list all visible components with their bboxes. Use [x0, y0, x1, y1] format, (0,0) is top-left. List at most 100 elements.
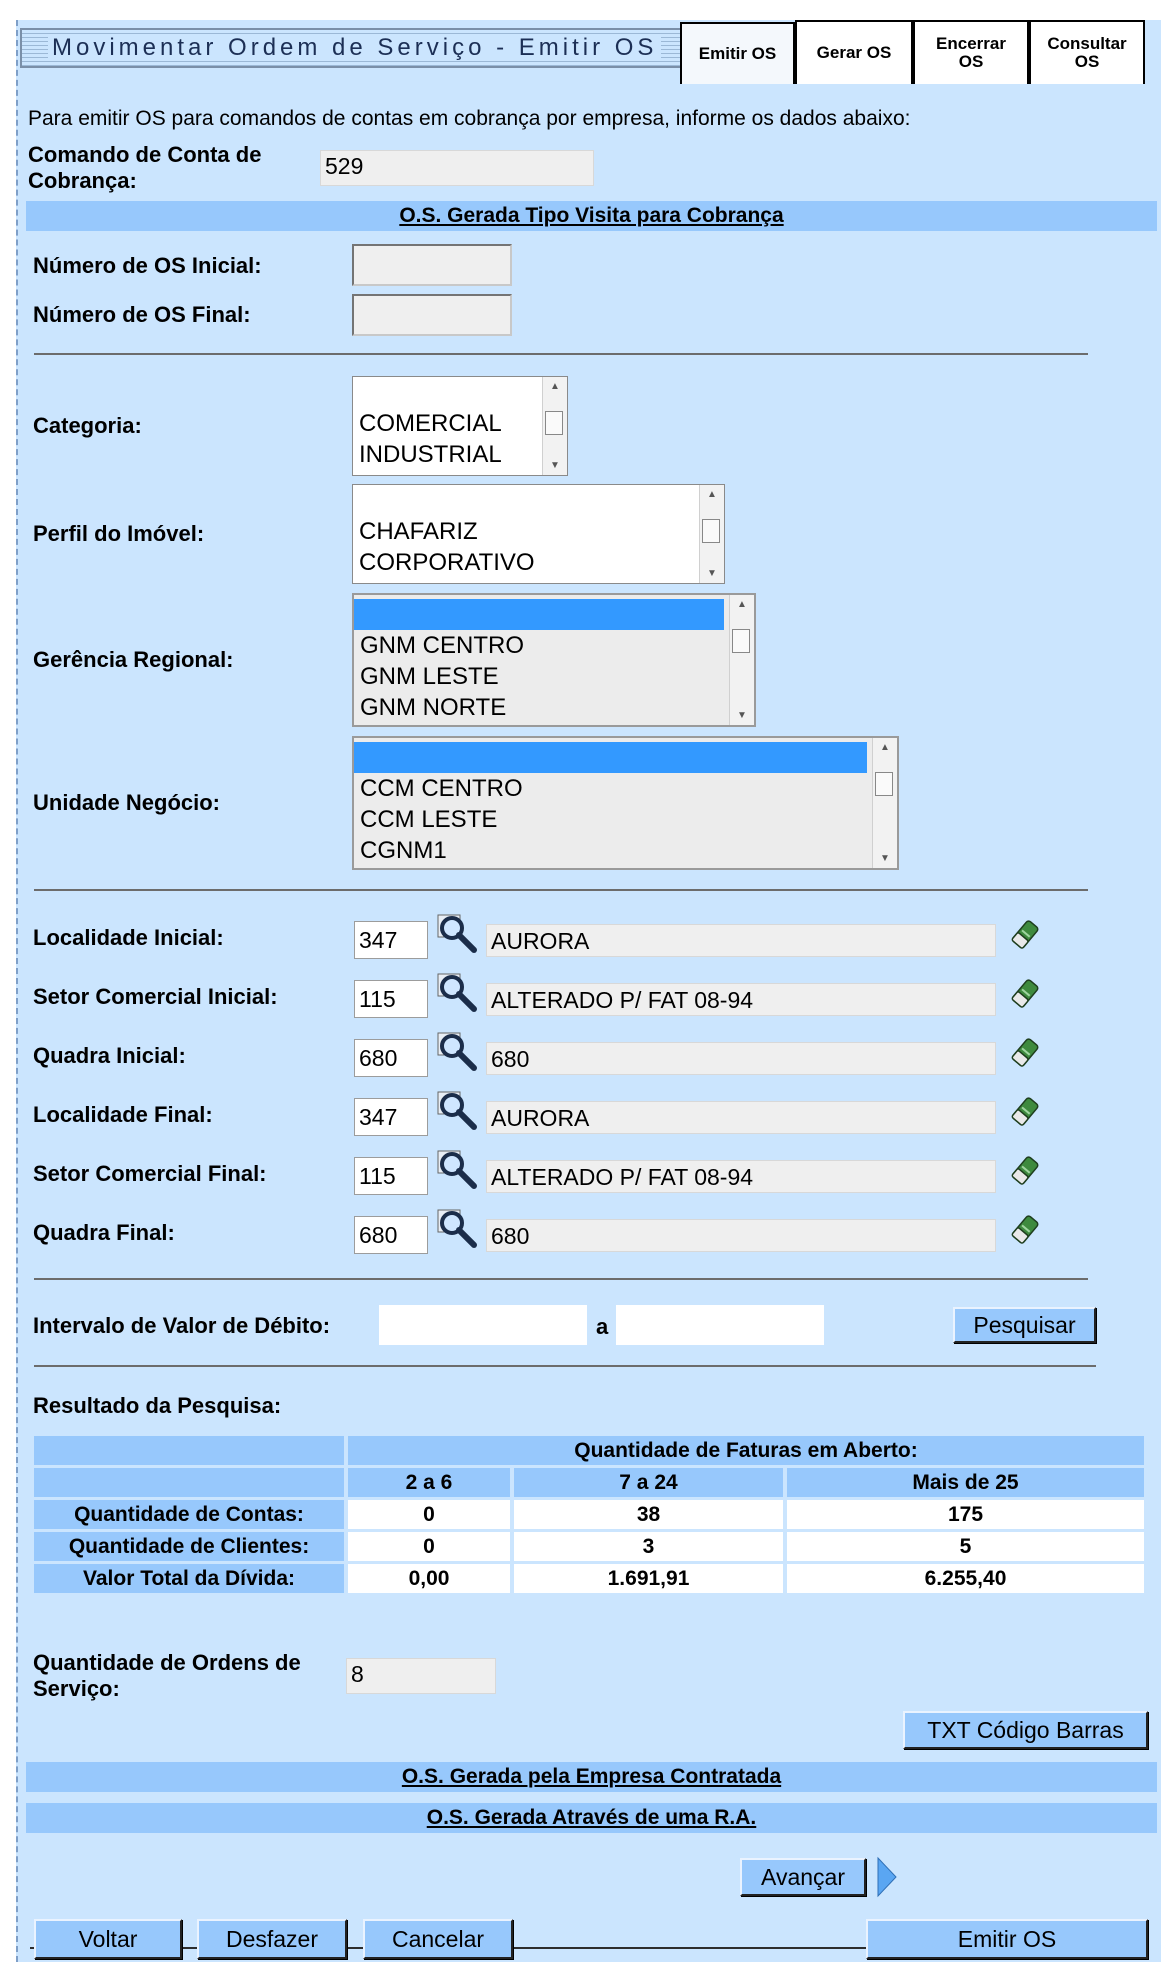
- tab-emitir-os[interactable]: Emitir OS: [680, 22, 795, 84]
- quadra-final-description: 680: [486, 1219, 996, 1252]
- list-option[interactable]: GNM NORTE: [354, 692, 754, 723]
- search-icon[interactable]: [436, 1149, 480, 1191]
- column-header: 7 a 24: [514, 1468, 783, 1497]
- quadra-inicial-code-input[interactable]: 680: [354, 1039, 428, 1077]
- eraser-icon[interactable]: [1006, 915, 1046, 955]
- voltar-button[interactable]: Voltar: [34, 1919, 182, 1959]
- scroll-down-icon[interactable]: ▼: [730, 710, 754, 721]
- list-option[interactable]: [353, 377, 567, 408]
- quadra-inicial-label: Quadra Inicial:: [33, 1043, 186, 1068]
- perfil-listbox[interactable]: CHAFARIZ CORPORATIVO ▲ ▼: [352, 484, 725, 584]
- list-option[interactable]: CORPORATIVO: [353, 547, 724, 578]
- list-option[interactable]: COMERCIAL: [353, 408, 567, 439]
- arrow-right-icon[interactable]: [876, 1856, 898, 1898]
- group-header: Quantidade de Faturas em Aberto:: [348, 1436, 1144, 1465]
- divider: [34, 889, 1088, 891]
- os-final-input[interactable]: [352, 294, 512, 336]
- table-cell: 1.691,91: [514, 1564, 783, 1593]
- search-icon[interactable]: [436, 913, 480, 955]
- intro-text: Para emitir OS para comandos de contas e…: [28, 107, 911, 130]
- setor-inicial-code-input[interactable]: 115: [354, 980, 428, 1018]
- tab-gerar-os[interactable]: Gerar OS: [795, 20, 913, 84]
- scroll-thumb[interactable]: [732, 629, 750, 653]
- txt-codigo-barras-button[interactable]: TXT Código Barras: [903, 1711, 1148, 1749]
- table-row: Quantidade de Contas: 0 38 175: [34, 1500, 1144, 1529]
- search-icon[interactable]: [436, 972, 480, 1014]
- scrollbar[interactable]: ▲ ▼: [542, 377, 567, 475]
- scroll-thumb[interactable]: [702, 519, 720, 543]
- section-empresa-contratada[interactable]: O.S. Gerada pela Empresa Contratada: [26, 1762, 1157, 1792]
- scroll-up-icon[interactable]: ▲: [873, 742, 897, 753]
- eraser-icon[interactable]: [1006, 1092, 1046, 1132]
- list-option[interactable]: CHAFARIZ: [353, 516, 724, 547]
- scrollbar[interactable]: ▲ ▼: [699, 485, 724, 583]
- gerencia-listbox[interactable]: GNM CENTRO GNM LESTE GNM NORTE ▲ ▼: [352, 593, 756, 727]
- emitir-os-button[interactable]: Emitir OS: [866, 1919, 1148, 1959]
- scroll-up-icon[interactable]: ▲: [543, 381, 567, 392]
- localidade-inicial-description: AURORA: [486, 924, 996, 957]
- table-cell-empty: [34, 1468, 344, 1497]
- scroll-thumb[interactable]: [545, 411, 563, 435]
- list-option[interactable]: CCM CENTRO: [354, 773, 897, 804]
- list-option[interactable]: GNM LESTE: [354, 661, 754, 692]
- setor-inicial-description: ALTERADO P/ FAT 08-94: [486, 983, 996, 1016]
- list-option-selected[interactable]: [354, 742, 867, 773]
- eraser-icon[interactable]: [1006, 974, 1046, 1014]
- cancelar-button[interactable]: Cancelar: [363, 1919, 513, 1959]
- section-ra[interactable]: O.S. Gerada Através de uma R.A.: [26, 1803, 1157, 1833]
- table-row: 2 a 6 7 a 24 Mais de 25: [34, 1468, 1144, 1497]
- categoria-listbox[interactable]: COMERCIAL INDUSTRIAL ▲ ▼: [352, 376, 568, 476]
- localidade-final-code-input[interactable]: 347: [354, 1098, 428, 1136]
- eraser-icon[interactable]: [1006, 1033, 1046, 1073]
- list-option[interactable]: [353, 485, 724, 516]
- table-row: Quantidade de Clientes: 0 3 5: [34, 1532, 1144, 1561]
- list-option[interactable]: INDUSTRIAL: [353, 439, 567, 470]
- table-row: Valor Total da Dívida: 0,00 1.691,91 6.2…: [34, 1564, 1144, 1593]
- table-row: Quantidade de Faturas em Aberto:: [34, 1436, 1144, 1465]
- tab-encerrar-os[interactable]: Encerrar OS: [913, 20, 1029, 84]
- unidade-listbox[interactable]: CCM CENTRO CCM LESTE CGNM1 ▲ ▼: [352, 736, 899, 870]
- section-visita-cobranca[interactable]: O.S. Gerada Tipo Visita para Cobrança: [26, 201, 1157, 231]
- comando-value: 529: [320, 150, 594, 186]
- table-cell: 0,00: [348, 1564, 510, 1593]
- scroll-down-icon[interactable]: ▼: [700, 568, 724, 579]
- scroll-thumb[interactable]: [875, 772, 893, 796]
- os-inicial-input[interactable]: [352, 244, 512, 286]
- search-icon[interactable]: [436, 1090, 480, 1132]
- quadra-final-code-input[interactable]: 680: [354, 1216, 428, 1254]
- pesquisar-button[interactable]: Pesquisar: [953, 1307, 1096, 1343]
- list-option[interactable]: CCM LESTE: [354, 804, 897, 835]
- eraser-icon[interactable]: [1006, 1210, 1046, 1250]
- scrollbar[interactable]: ▲ ▼: [729, 595, 754, 725]
- scrollbar[interactable]: ▲ ▼: [872, 738, 897, 868]
- resultado-table: Quantidade de Faturas em Aberto: 2 a 6 7…: [30, 1433, 1148, 1596]
- list-option[interactable]: CGNM1: [354, 835, 897, 866]
- setor-final-code-input[interactable]: 115: [354, 1157, 428, 1195]
- avancar-button[interactable]: Avançar: [740, 1858, 866, 1896]
- eraser-icon[interactable]: [1006, 1151, 1046, 1191]
- scroll-up-icon[interactable]: ▲: [730, 599, 754, 610]
- tab-encerrar-label: Encerrar OS: [936, 34, 1006, 71]
- tab-consultar-os[interactable]: Consultar OS: [1029, 20, 1145, 84]
- quadra-inicial-description: 680: [486, 1042, 996, 1075]
- localidade-final-label: Localidade Final:: [33, 1102, 213, 1127]
- qtd-ordens-label: Quantidade de Ordens de Serviço:: [33, 1650, 301, 1701]
- debito-min-input[interactable]: [379, 1305, 587, 1345]
- search-icon[interactable]: [436, 1031, 480, 1073]
- search-icon[interactable]: [436, 1208, 480, 1250]
- table-cell: 6.255,40: [787, 1564, 1144, 1593]
- debito-max-input[interactable]: [616, 1305, 824, 1345]
- divider: [34, 353, 1088, 355]
- gerencia-label: Gerência Regional:: [33, 647, 234, 672]
- qtd-ordens-value: 8: [346, 1658, 496, 1694]
- desfazer-button[interactable]: Desfazer: [197, 1919, 347, 1959]
- table-cell: 5: [787, 1532, 1144, 1561]
- scroll-down-icon[interactable]: ▼: [873, 853, 897, 864]
- scroll-up-icon[interactable]: ▲: [700, 489, 724, 500]
- localidade-final-description: AURORA: [486, 1101, 996, 1134]
- list-option[interactable]: GNM CENTRO: [354, 630, 754, 661]
- list-option-selected[interactable]: [354, 599, 724, 630]
- comando-label: Comando de Conta de Cobrança:: [28, 142, 262, 193]
- scroll-down-icon[interactable]: ▼: [543, 460, 567, 471]
- localidade-inicial-code-input[interactable]: 347: [354, 921, 428, 959]
